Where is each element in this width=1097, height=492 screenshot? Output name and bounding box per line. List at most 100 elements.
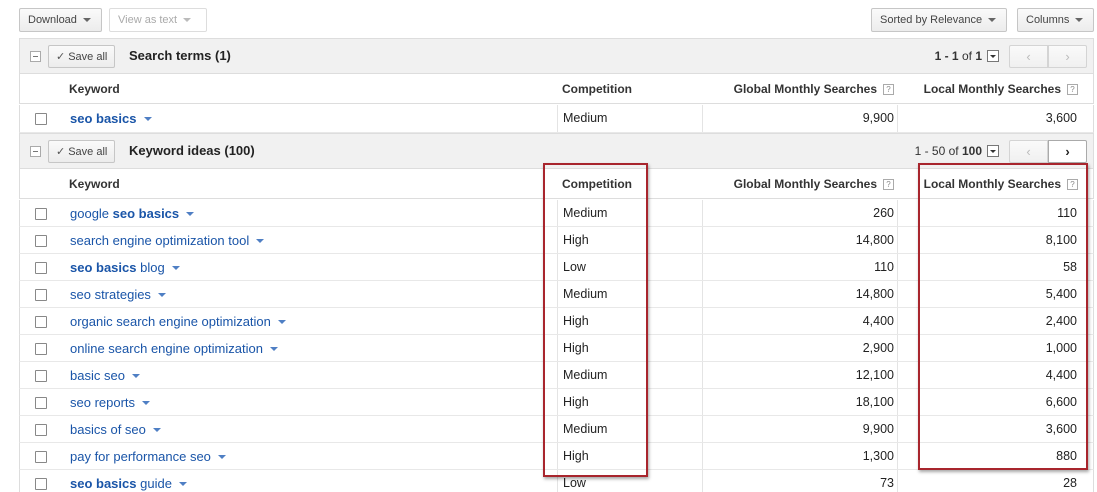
keyword-link[interactable]: basics of seo: [70, 422, 161, 437]
row-checkbox[interactable]: [35, 235, 47, 247]
row-checkbox[interactable]: [35, 113, 47, 125]
keyword-link[interactable]: seo reports: [70, 395, 151, 410]
keyword-link[interactable]: google seo basics: [70, 206, 195, 221]
sort-label: Sorted by Relevance: [880, 14, 983, 26]
local-searches-value: 4,400: [1045, 368, 1077, 382]
chevron-down-icon[interactable]: [277, 320, 286, 324]
keyword-link[interactable]: seo basics guide: [70, 476, 187, 491]
column-divider: [897, 200, 898, 226]
prev-page-button[interactable]: ‹: [1009, 45, 1048, 68]
next-page-button[interactable]: ›: [1048, 140, 1087, 163]
global-searches-value: 9,900: [862, 422, 894, 436]
column-local-label: Local Monthly Searches: [923, 177, 1061, 191]
keyword-link[interactable]: search engine optimization tool: [70, 233, 265, 248]
keyword-text-rest: guide: [136, 476, 172, 491]
chevron-down-icon[interactable]: [142, 401, 151, 405]
column-divider: [702, 105, 703, 132]
chevron-down-icon: [988, 18, 997, 22]
keyword-link[interactable]: online search engine optimization: [70, 341, 278, 356]
collapse-icon[interactable]: [30, 51, 41, 62]
view-as-text-button[interactable]: View as text: [109, 8, 207, 32]
pager-of: of: [961, 49, 972, 63]
table-row: online search engine optimization High 2,9…: [19, 335, 1094, 362]
help-icon[interactable]: ?: [883, 84, 894, 95]
column-divider: [897, 105, 898, 132]
chevron-down-icon[interactable]: [256, 239, 265, 243]
help-icon[interactable]: ?: [883, 179, 894, 190]
help-icon[interactable]: ?: [1067, 84, 1078, 95]
page-size-dropdown-icon[interactable]: [987, 145, 999, 157]
column-divider: [897, 281, 898, 307]
keyword-text: search engine optimization tool: [70, 233, 250, 248]
keyword-text: basic seo: [70, 368, 125, 383]
row-checkbox[interactable]: [35, 370, 47, 382]
keyword-link[interactable]: pay for performance seo: [70, 449, 226, 464]
save-all-button[interactable]: ✓ Save all: [48, 45, 116, 68]
column-divider: [557, 362, 558, 388]
columns-button[interactable]: Columns: [1017, 8, 1094, 32]
row-checkbox[interactable]: [35, 343, 47, 355]
row-checkbox[interactable]: [35, 451, 47, 463]
help-icon[interactable]: ?: [1067, 179, 1078, 190]
local-searches-value: 3,600: [1045, 111, 1077, 125]
chevron-down-icon[interactable]: [217, 455, 226, 459]
chevron-down-icon[interactable]: [143, 117, 152, 121]
column-global-monthly-searches[interactable]: Global Monthly Searches?: [734, 177, 894, 191]
chevron-down-icon[interactable]: [171, 266, 180, 270]
column-keyword[interactable]: Keyword: [69, 177, 120, 191]
column-divider: [702, 470, 703, 492]
table-row: seo basics blog Low 110 58: [19, 254, 1094, 281]
keyword-link[interactable]: organic search engine optimization: [70, 314, 286, 329]
keyword-bold: seo basics: [70, 260, 137, 275]
keyword-link[interactable]: seo strategies: [70, 287, 166, 302]
chevron-down-icon[interactable]: [178, 482, 187, 486]
local-searches-value: 110: [1057, 206, 1077, 220]
column-divider: [702, 227, 703, 253]
column-competition[interactable]: Competition: [562, 177, 632, 191]
column-keyword[interactable]: Keyword: [69, 82, 120, 96]
download-button[interactable]: Download: [19, 8, 102, 32]
keyword-link[interactable]: seo basics blog: [70, 260, 180, 275]
column-divider: [897, 254, 898, 280]
chevron-down-icon[interactable]: [152, 428, 161, 432]
row-checkbox[interactable]: [35, 397, 47, 409]
page-size-dropdown-icon[interactable]: [987, 50, 999, 62]
row-checkbox[interactable]: [35, 262, 47, 274]
pager: 1 - 50 of 100: [915, 144, 999, 158]
keyword-link[interactable]: seo basics: [70, 111, 152, 126]
chevron-down-icon: [1075, 18, 1084, 22]
competition-value: High: [563, 449, 589, 463]
column-local-monthly-searches[interactable]: Local Monthly Searches?: [924, 177, 1078, 191]
column-local-monthly-searches[interactable]: Local Monthly Searches?: [924, 82, 1078, 96]
competition-value: Medium: [563, 111, 608, 125]
keyword-text: basics of seo: [70, 422, 146, 437]
chevron-down-icon[interactable]: [186, 212, 195, 216]
keyword-text: seo strategies: [70, 287, 151, 302]
local-searches-value: 2,400: [1045, 314, 1077, 328]
chevron-down-icon[interactable]: [269, 347, 278, 351]
keyword-link[interactable]: basic seo: [70, 368, 140, 383]
save-all-label: Save all: [68, 145, 108, 158]
prev-page-button[interactable]: ‹: [1009, 140, 1048, 163]
chevron-down-icon[interactable]: [131, 374, 140, 378]
column-global-monthly-searches[interactable]: Global Monthly Searches?: [734, 82, 894, 96]
local-searches-value: 6,600: [1045, 395, 1077, 409]
download-label: Download: [28, 14, 77, 26]
collapse-icon[interactable]: [30, 146, 41, 157]
pager-of: of: [948, 144, 959, 158]
chevron-right-icon: ›: [1065, 144, 1070, 159]
row-checkbox[interactable]: [35, 208, 47, 220]
column-competition[interactable]: Competition: [562, 82, 632, 96]
row-checkbox[interactable]: [35, 316, 47, 328]
row-checkbox[interactable]: [35, 424, 47, 436]
column-divider: [897, 227, 898, 253]
row-checkbox[interactable]: [35, 478, 47, 490]
sort-dropdown[interactable]: Sorted by Relevance: [871, 8, 1007, 32]
row-checkbox[interactable]: [35, 289, 47, 301]
chevron-down-icon[interactable]: [157, 293, 166, 297]
local-searches-value: 58: [1063, 260, 1077, 274]
next-page-button[interactable]: ›: [1048, 45, 1087, 68]
save-all-button[interactable]: ✓ Save all: [48, 140, 116, 163]
keyword-ideas-header: ✓ Save all Keyword ideas (100) 1 - 50 of…: [19, 133, 1094, 169]
column-divider: [702, 308, 703, 334]
